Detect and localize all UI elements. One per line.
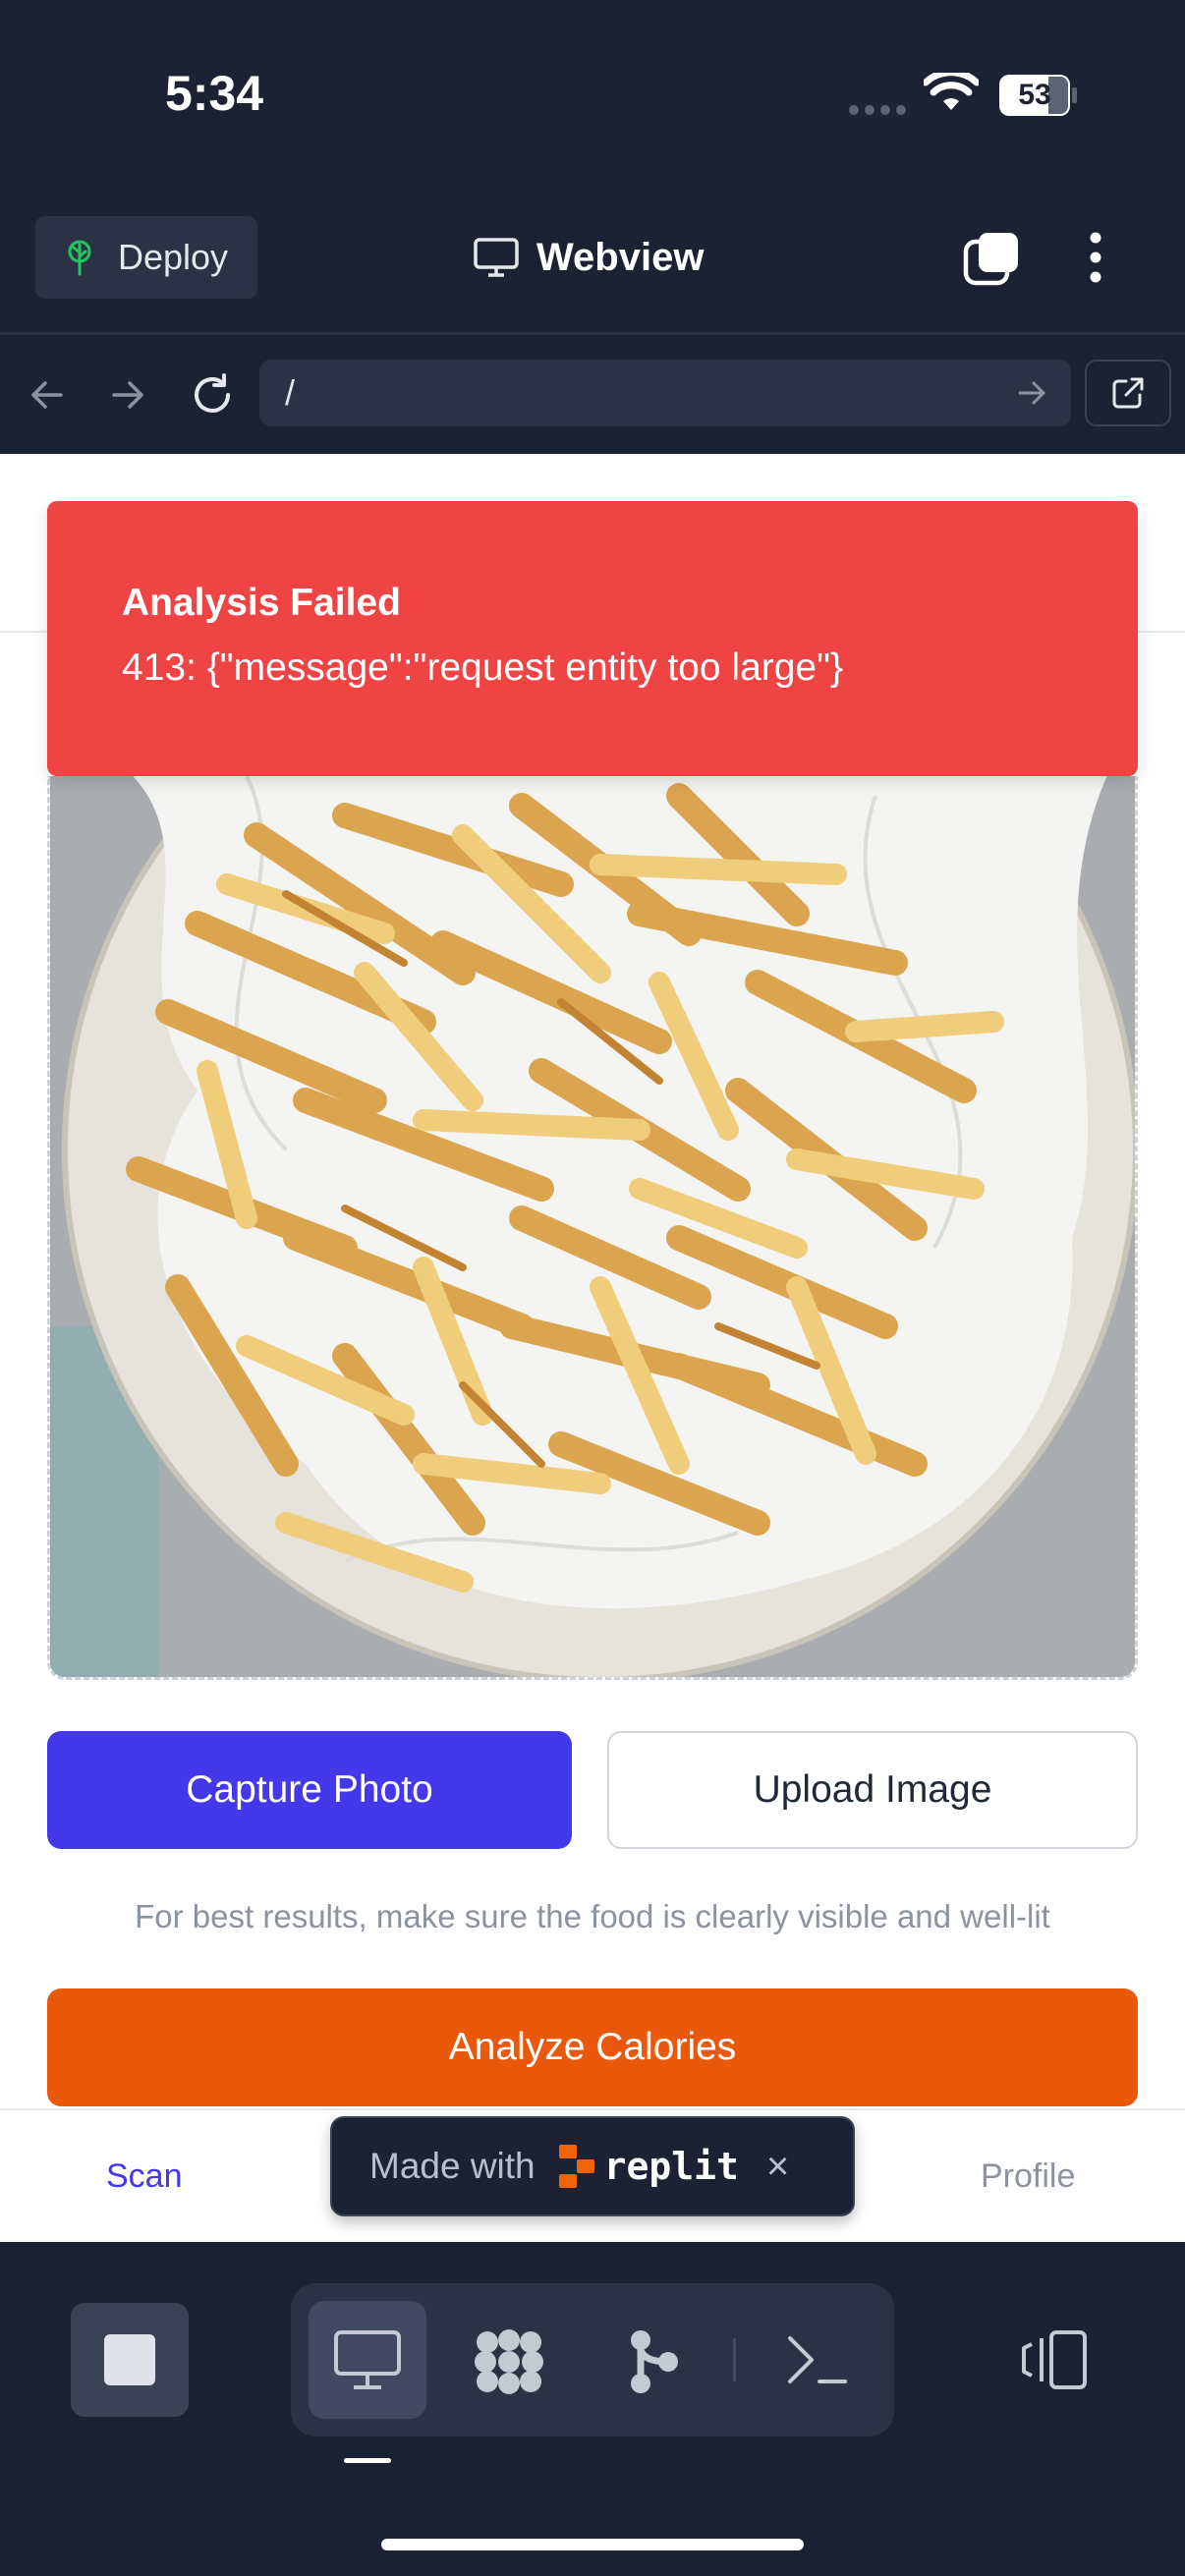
battery-icon: 53	[999, 75, 1078, 116]
toast-title: Analysis Failed	[122, 582, 401, 624]
open-external-icon	[1112, 377, 1144, 409]
tab-profile[interactable]: Profile	[981, 2157, 1075, 2196]
photo-hint: For best results, make sure the food is …	[135, 1898, 1050, 1934]
home-indicator[interactable]	[381, 2539, 804, 2550]
replit-brand: replit	[603, 2145, 739, 2188]
food-photo	[50, 776, 1135, 1677]
forward-arrow-icon[interactable]	[108, 375, 147, 415]
deploy-button[interactable]: Deploy	[35, 216, 257, 299]
toast-message: 413: {"message":"request entity too larg…	[122, 646, 843, 689]
git-icon[interactable]	[625, 2328, 684, 2395]
cellular-signal-icon	[849, 102, 912, 120]
stop-icon	[104, 2334, 155, 2385]
made-with-label: Made with	[369, 2146, 536, 2186]
replit-logo-icon	[558, 2145, 594, 2188]
upload-image-button[interactable]: Upload Image	[607, 1731, 1138, 1849]
webview-content: Analysis Failed 413: {"message":"request…	[0, 454, 1185, 2242]
webview-icon	[334, 2330, 401, 2389]
url-value: /	[285, 372, 296, 413]
analyze-calories-button[interactable]: Analyze Calories	[47, 1988, 1138, 2106]
close-badge-icon[interactable]: ×	[766, 2145, 789, 2189]
replit-logo: replit	[557, 2143, 739, 2190]
apps-icon[interactable]	[472, 2328, 546, 2395]
made-with-replit-badge[interactable]: Made with replit ×	[330, 2116, 855, 2216]
back-arrow-icon[interactable]	[28, 375, 67, 415]
devices-icon[interactable]	[1020, 2328, 1089, 2391]
reload-icon[interactable]	[189, 371, 236, 419]
kebab-menu-icon[interactable]	[1081, 230, 1110, 289]
monitor-icon	[474, 238, 519, 277]
tab-scan[interactable]: Scan	[106, 2157, 183, 2196]
open-external-button[interactable]	[1085, 360, 1171, 426]
capture-photo-button[interactable]: Capture Photo	[47, 1731, 572, 1849]
stop-button[interactable]	[71, 2303, 189, 2417]
deploy-label: Deploy	[118, 237, 229, 277]
header-divider	[0, 332, 1185, 335]
food-photo-frame[interactable]	[47, 776, 1138, 1680]
url-input[interactable]: /	[259, 360, 1071, 426]
active-tool-indicator	[344, 2458, 391, 2463]
battery-level: 53	[1018, 79, 1051, 111]
status-time: 5:34	[165, 66, 264, 121]
tool-separator	[733, 2338, 736, 2381]
wifi-icon	[924, 73, 979, 110]
webview-title: Webview	[474, 228, 704, 287]
webview-title-label: Webview	[536, 235, 705, 279]
go-arrow-icon[interactable]	[1016, 377, 1047, 409]
bottom-nav-divider	[0, 2108, 1185, 2110]
deploy-tree-icon	[63, 239, 96, 276]
error-toast: Analysis Failed 413: {"message":"request…	[47, 501, 1138, 776]
terminal-icon[interactable]	[786, 2330, 849, 2389]
tabs-icon[interactable]	[963, 230, 1022, 289]
